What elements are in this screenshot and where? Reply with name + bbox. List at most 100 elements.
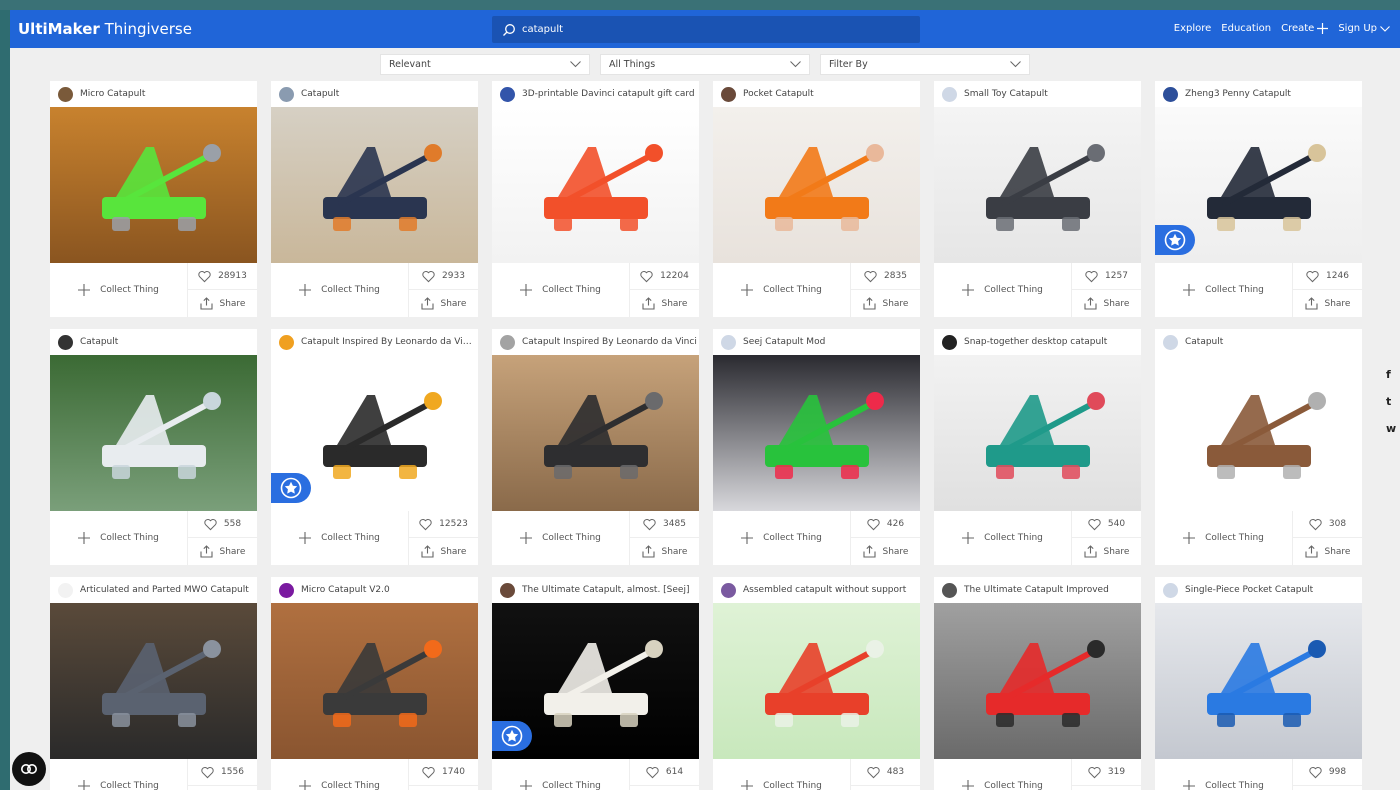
thing-card[interactable]: Catapult Collect Thing [1155, 329, 1362, 565]
thing-thumbnail[interactable] [50, 603, 257, 759]
collect-thing-button[interactable]: Collect Thing [492, 263, 630, 317]
cookie-settings-button[interactable] [12, 752, 46, 786]
like-button[interactable]: 28913 [188, 263, 257, 290]
creator-avatar[interactable] [1163, 86, 1178, 102]
like-button[interactable]: 998 [1293, 759, 1362, 786]
card-header[interactable]: Pocket Catapult [713, 81, 920, 107]
like-button[interactable]: 1556 [188, 759, 257, 786]
like-button[interactable]: 426 [851, 511, 920, 538]
share-button[interactable]: Share [409, 290, 478, 317]
thing-thumbnail[interactable] [1155, 355, 1362, 511]
share-button[interactable]: Share [851, 290, 920, 317]
thing-card[interactable]: Small Toy Catapult Collect Thing 1257 Sh… [934, 81, 1141, 317]
like-button[interactable]: 1246 [1293, 263, 1362, 290]
creator-avatar[interactable] [1163, 582, 1178, 598]
share-button[interactable]: Share [1293, 786, 1362, 790]
thing-card[interactable]: Pocket Catapult Collect Thing 2835 Share [713, 81, 920, 317]
collect-thing-button[interactable]: Collect Thing [271, 511, 409, 565]
collect-thing-button[interactable]: Collect Thing [50, 511, 188, 565]
card-header[interactable]: Catapult [50, 329, 257, 355]
card-header[interactable]: Assembled catapult without support [713, 577, 920, 603]
card-header[interactable]: Catapult [1155, 329, 1362, 355]
thing-card[interactable]: 3D-printable Davinci catapult gift card … [492, 81, 699, 317]
thing-title[interactable]: Pocket Catapult [743, 89, 918, 99]
collect-thing-button[interactable]: Collect Thing [713, 263, 851, 317]
thing-title[interactable]: Catapult [80, 337, 255, 347]
collect-thing-button[interactable]: Collect Thing [934, 759, 1072, 790]
thing-title[interactable]: Micro Catapult V2.0 [301, 585, 476, 595]
creator-avatar[interactable] [500, 582, 515, 598]
card-header[interactable]: Single-Piece Pocket Catapult [1155, 577, 1362, 603]
collect-thing-button[interactable]: Collect Thing [492, 511, 630, 565]
search-bar[interactable] [492, 16, 920, 43]
card-header[interactable]: The Ultimate Catapult, almost. [Seej] [492, 577, 699, 603]
creator-avatar[interactable] [279, 582, 294, 598]
thing-thumbnail[interactable] [1155, 107, 1362, 263]
sort-select[interactable]: Relevant [380, 54, 590, 75]
whatsapp-icon[interactable]: w [1386, 422, 1396, 435]
thing-thumbnail[interactable] [934, 355, 1141, 511]
thing-thumbnail[interactable] [1155, 603, 1362, 759]
share-button[interactable]: Share [1293, 290, 1362, 317]
collect-thing-button[interactable]: Collect Thing [934, 511, 1072, 565]
thing-thumbnail[interactable] [271, 603, 478, 759]
card-header[interactable]: Catapult Inspired By Leonardo da Vinci (… [271, 329, 478, 355]
card-header[interactable]: The Ultimate Catapult Improved [934, 577, 1141, 603]
creator-avatar[interactable] [58, 582, 73, 598]
thing-thumbnail[interactable] [271, 355, 478, 511]
like-button[interactable]: 483 [851, 759, 920, 786]
search-input[interactable] [522, 24, 912, 35]
thing-card[interactable]: Zheng3 Penny Catapult Collect Thing 1246… [1155, 81, 1362, 317]
card-header[interactable]: Articulated and Parted MWO Catapult [50, 577, 257, 603]
share-button[interactable]: Share [851, 786, 920, 790]
thing-title[interactable]: Small Toy Catapult [964, 89, 1139, 99]
brand-logo[interactable]: UltiMaker Thingiverse [18, 20, 192, 38]
thing-title[interactable]: The Ultimate Catapult, almost. [Seej] [522, 585, 697, 595]
collect-thing-button[interactable]: Collect Thing [1155, 511, 1293, 565]
creator-avatar[interactable] [279, 86, 294, 102]
creator-avatar[interactable] [279, 334, 294, 350]
thing-card[interactable]: Assembled catapult without support Colle… [713, 577, 920, 790]
thing-title[interactable]: Catapult Inspired By Leonardo da Vinci (… [301, 337, 476, 347]
like-button[interactable]: 319 [1072, 759, 1141, 786]
creator-avatar[interactable] [58, 86, 73, 102]
card-header[interactable]: Catapult [271, 81, 478, 107]
like-button[interactable]: 12523 [409, 511, 478, 538]
creator-avatar[interactable] [1163, 334, 1178, 350]
thing-card[interactable]: Catapult Collect Thing [50, 329, 257, 565]
creator-avatar[interactable] [721, 334, 736, 350]
collect-thing-button[interactable]: Collect Thing [713, 511, 851, 565]
creator-avatar[interactable] [58, 334, 73, 350]
thing-title[interactable]: Single-Piece Pocket Catapult [1185, 585, 1360, 595]
thing-card[interactable]: Snap-together desktop catapult Collect T… [934, 329, 1141, 565]
thing-thumbnail[interactable] [934, 603, 1141, 759]
card-header[interactable]: Micro Catapult V2.0 [271, 577, 478, 603]
share-button[interactable]: Share [630, 786, 699, 790]
collect-thing-button[interactable]: Collect Thing [1155, 759, 1293, 790]
like-button[interactable]: 3485 [630, 511, 699, 538]
thing-thumbnail[interactable] [713, 355, 920, 511]
thing-card[interactable]: Articulated and Parted MWO Catapult Coll… [50, 577, 257, 790]
share-button[interactable]: Share [409, 538, 478, 565]
like-button[interactable]: 12204 [630, 263, 699, 290]
share-button[interactable]: Share [851, 538, 920, 565]
thing-title[interactable]: Seej Catapult Mod [743, 337, 918, 347]
share-button[interactable]: Share [1072, 290, 1141, 317]
collect-thing-button[interactable]: Collect Thing [271, 759, 409, 790]
thing-title[interactable]: Catapult [1185, 337, 1360, 347]
card-header[interactable]: Catapult Inspired By Leonardo da Vinci [492, 329, 699, 355]
creator-avatar[interactable] [942, 334, 957, 350]
thing-title[interactable]: Articulated and Parted MWO Catapult [80, 585, 255, 595]
thing-title[interactable]: Catapult [301, 89, 476, 99]
card-header[interactable]: Zheng3 Penny Catapult [1155, 81, 1362, 107]
thing-card[interactable]: Single-Piece Pocket Catapult Collect Thi… [1155, 577, 1362, 790]
share-button[interactable]: Share [630, 290, 699, 317]
thing-thumbnail[interactable] [271, 107, 478, 263]
thing-card[interactable]: The Ultimate Catapult Improved Collect T… [934, 577, 1141, 790]
like-button[interactable]: 614 [630, 759, 699, 786]
creator-avatar[interactable] [500, 334, 515, 350]
thing-card[interactable]: Seej Catapult Mod Collect Thing 426 Shar… [713, 329, 920, 565]
thing-title[interactable]: Assembled catapult without support [743, 585, 918, 595]
creator-avatar[interactable] [721, 582, 736, 598]
card-header[interactable]: 3D-printable Davinci catapult gift card [492, 81, 699, 107]
